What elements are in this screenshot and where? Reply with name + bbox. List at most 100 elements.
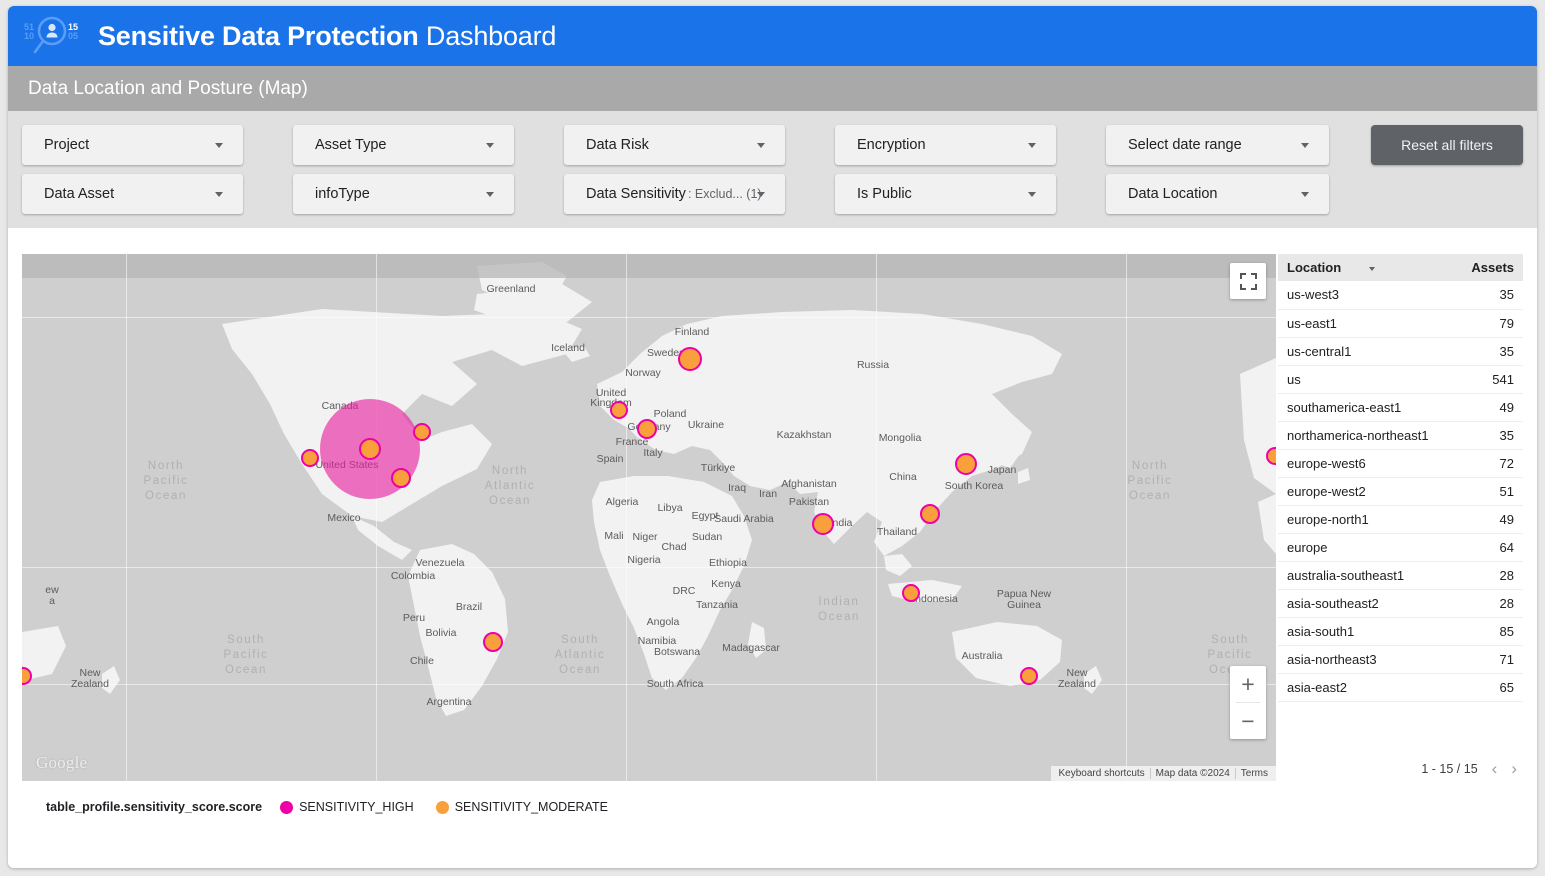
table-row[interactable]: europe-west672 <box>1278 449 1523 477</box>
pagination-range: 1 - 15 / 15 <box>1421 762 1477 776</box>
reset-all-filters-button[interactable]: Reset all filters <box>1371 125 1523 165</box>
table-row[interactable]: asia-southeast228 <box>1278 589 1523 617</box>
legend-item-label: SENSITIVITY_MODERATE <box>455 800 608 814</box>
cell-assets: 28 <box>1456 561 1523 589</box>
filter-label: Data Asset <box>44 186 114 202</box>
map-zoom-controls[interactable]: + − <box>1230 666 1266 739</box>
table-row[interactable]: europe-north149 <box>1278 505 1523 533</box>
fullscreen-icon <box>1240 273 1257 290</box>
pagination-next-button[interactable]: › <box>1511 760 1517 777</box>
cell-assets: 28 <box>1456 589 1523 617</box>
filter-asset-type[interactable]: Asset Type <box>293 125 514 165</box>
chevron-down-icon <box>215 192 223 197</box>
terms-link[interactable]: Terms <box>1235 768 1273 779</box>
map-bubble[interactable] <box>1020 667 1038 685</box>
cell-assets: 71 <box>1456 645 1523 673</box>
filter-data-asset[interactable]: Data Asset <box>22 174 243 214</box>
filter-label: Encryption <box>857 137 926 153</box>
subheader-title: Data Location and Posture (Map) <box>28 78 308 100</box>
table-header-row: Location Assets <box>1278 254 1523 281</box>
page-title: Sensitive Data Protection Dashboard <box>98 21 556 52</box>
map-bubble[interactable] <box>678 347 702 371</box>
cell-location: southamerica-east1 <box>1278 393 1456 421</box>
table-row[interactable]: us-west335 <box>1278 281 1523 309</box>
table-row[interactable]: southamerica-east149 <box>1278 393 1523 421</box>
keyboard-shortcuts-link[interactable]: Keyboard shortcuts <box>1054 768 1150 779</box>
chevron-down-icon <box>757 143 765 148</box>
filter-is-public[interactable]: Is Public <box>835 174 1056 214</box>
map-bubble[interactable] <box>413 423 431 441</box>
filter-date-range[interactable]: Select date range <box>1106 125 1329 165</box>
filter-label: infoType <box>315 186 370 202</box>
table-row[interactable]: asia-east265 <box>1278 673 1523 701</box>
cell-assets: 35 <box>1456 421 1523 449</box>
table-body: us-west335us-east179us-central135us541so… <box>1278 281 1523 701</box>
map-bubble[interactable] <box>902 584 920 602</box>
legend-title: table_profile.sensitivity_score.score <box>46 800 262 814</box>
filter-label: Data Risk <box>586 137 649 153</box>
table-row[interactable]: asia-south185 <box>1278 617 1523 645</box>
legend-item-sensitivity-moderate[interactable]: SENSITIVITY_MODERATE <box>436 800 608 814</box>
chevron-down-icon <box>1028 192 1036 197</box>
column-header-location-label: Location <box>1287 260 1341 275</box>
table-row[interactable]: northamerica-northeast135 <box>1278 421 1523 449</box>
filter-label: Asset Type <box>315 137 386 153</box>
filter-data-location[interactable]: Data Location <box>1106 174 1329 214</box>
filter-data-risk[interactable]: Data Risk <box>564 125 785 165</box>
filter-encryption[interactable]: Encryption <box>835 125 1056 165</box>
table-row[interactable]: europe64 <box>1278 533 1523 561</box>
filter-label: Data Location <box>1128 186 1217 202</box>
table: Location Assets us-west335us-east179us-c… <box>1278 254 1523 702</box>
cell-assets: 49 <box>1456 393 1523 421</box>
column-header-assets[interactable]: Assets <box>1456 254 1523 281</box>
table-row[interactable]: us-central135 <box>1278 337 1523 365</box>
cell-location: asia-east2 <box>1278 673 1456 701</box>
table-row[interactable]: australia-southeast128 <box>1278 561 1523 589</box>
map-bubble[interactable] <box>483 632 503 652</box>
filter-project[interactable]: Project <box>22 125 243 165</box>
zoom-in-button[interactable]: + <box>1230 666 1266 702</box>
map-bubble[interactable] <box>359 438 381 460</box>
map-bubble[interactable] <box>812 513 834 535</box>
page-title-light: Dashboard <box>426 21 556 51</box>
subheader: Data Location and Posture (Map) <box>8 66 1537 111</box>
map-bubble[interactable] <box>955 453 977 475</box>
table-row[interactable]: europe-west251 <box>1278 477 1523 505</box>
filter-infotype[interactable]: infoType <box>293 174 514 214</box>
filter-data-sensitivity[interactable]: Data Sensitivity: Exclud... (1) <box>564 174 785 214</box>
dashboard-page: 51 10 15 05 Sensitive Data Protection Da… <box>0 0 1545 876</box>
pagination-prev-button[interactable]: ‹ <box>1492 760 1498 777</box>
dashboard-body: GreenlandCanadaUnited StatesMexicoVenezu… <box>8 228 1537 868</box>
table-row[interactable]: asia-northeast371 <box>1278 645 1523 673</box>
legend-color-swatch <box>280 801 293 814</box>
map-bubble[interactable] <box>391 468 411 488</box>
cell-location: us <box>1278 365 1456 393</box>
page-title-bold: Sensitive Data Protection <box>98 21 419 51</box>
table-row[interactable]: us541 <box>1278 365 1523 393</box>
cell-assets: 85 <box>1456 617 1523 645</box>
cell-assets: 541 <box>1456 365 1523 393</box>
svg-text:05: 05 <box>68 31 78 41</box>
cell-location: us-east1 <box>1278 309 1456 337</box>
fullscreen-button[interactable] <box>1230 263 1266 299</box>
cell-location: europe-west2 <box>1278 477 1456 505</box>
chevron-down-icon <box>486 143 494 148</box>
map-bubble[interactable] <box>920 504 940 524</box>
cell-assets: 35 <box>1456 337 1523 365</box>
cell-location: us-central1 <box>1278 337 1456 365</box>
visualization-row: GreenlandCanadaUnited StatesMexicoVenezu… <box>22 254 1523 781</box>
cell-location: us-west3 <box>1278 281 1456 309</box>
cell-location: europe-north1 <box>1278 505 1456 533</box>
table-row[interactable]: us-east179 <box>1278 309 1523 337</box>
zoom-out-button[interactable]: − <box>1230 703 1266 739</box>
cell-location: europe <box>1278 533 1456 561</box>
filter-label: Select date range <box>1128 137 1242 153</box>
world-map[interactable]: GreenlandCanadaUnited StatesMexicoVenezu… <box>22 254 1276 781</box>
column-header-location[interactable]: Location <box>1278 254 1456 281</box>
map-bubble[interactable] <box>637 419 657 439</box>
table-head: Location Assets <box>1278 254 1523 281</box>
map-bubble[interactable] <box>610 401 628 419</box>
map-bubble[interactable] <box>301 449 319 467</box>
legend-item-sensitivity-high[interactable]: SENSITIVITY_HIGH <box>280 800 414 814</box>
cell-location: asia-southeast2 <box>1278 589 1456 617</box>
